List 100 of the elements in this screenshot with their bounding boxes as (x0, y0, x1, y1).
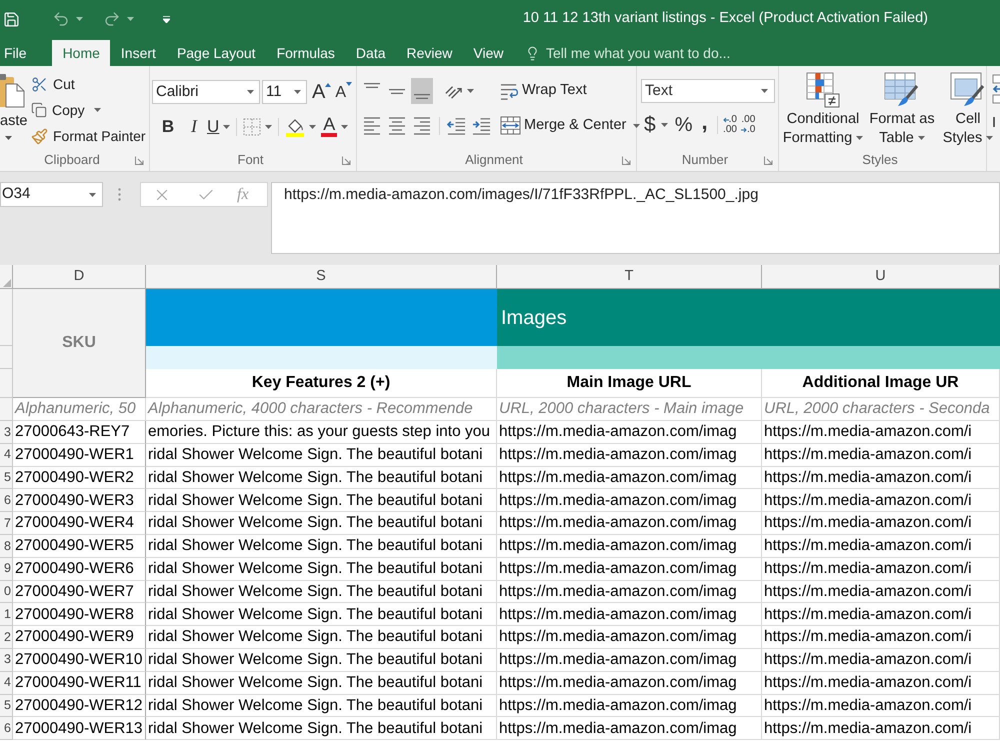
ribbon-tab[interactable]: Data (345, 40, 396, 66)
column-header[interactable]: T (497, 265, 762, 289)
select-all-button[interactable] (0, 265, 13, 289)
hint-cell: URL, 2000 characters - Main image (497, 398, 762, 421)
font-color-button[interactable]: A (321, 116, 348, 137)
comma-style-button[interactable]: , (701, 114, 708, 130)
corner-arrow-icon[interactable] (135, 156, 144, 165)
table-cell: https://m.media-amazon.com/imag (497, 512, 762, 535)
row-header[interactable]: 5 (0, 694, 13, 718)
customize-toolbar-icon[interactable] (163, 16, 170, 22)
table-cell: 27000490-WER10 (13, 648, 146, 672)
style-gallery-button[interactable]: Conditional Formatting (782, 72, 864, 148)
scissors-icon (31, 76, 48, 92)
merge-center-button[interactable]: Merge & Center (500, 113, 640, 138)
name-box[interactable]: O34 (0, 182, 103, 207)
decrease-decimal-button[interactable]: .00 .0 (740, 115, 756, 135)
fill-color-button[interactable] (285, 116, 316, 136)
table-cell: https://m.media-amazon.com/i (762, 558, 1000, 581)
grow-font-button[interactable]: A (312, 82, 332, 102)
formula-field[interactable]: https://m.media-amazon.com/images/I/71fF33RfPPL._AC_SL1500_.jpg (271, 182, 1000, 254)
percent-button[interactable]: % (674, 110, 692, 140)
row-header[interactable]: 4 (0, 672, 13, 695)
format-painter-button[interactable]: Format Painter (31, 123, 146, 149)
grip-icon[interactable] (118, 188, 121, 201)
row-header[interactable]: 0 (0, 580, 13, 604)
row-header[interactable]: 6 (0, 489, 13, 512)
ribbon-tab[interactable]: Insert (110, 40, 166, 66)
row-header[interactable]: 6 (0, 717, 13, 740)
caret-icon (265, 124, 272, 128)
ribbon-tab[interactable]: Home (52, 40, 110, 66)
decrease-indent-icon[interactable] (447, 116, 466, 135)
number-format-field[interactable]: Text (641, 79, 775, 103)
table-cell: 27000643-REY7 (13, 421, 146, 444)
bold-button[interactable]: B (157, 114, 179, 140)
ribbon-tab[interactable]: Review (396, 40, 463, 66)
caret-down-icon (346, 82, 352, 86)
borders-button[interactable] (243, 118, 272, 136)
underline-button[interactable]: U (207, 114, 230, 140)
vertical-align-button[interactable] (411, 78, 433, 104)
font-name-field[interactable]: Calibri (152, 80, 260, 104)
table-cell: https://m.media-amazon.com/i (762, 534, 1000, 558)
table-cell: 27000490-WER11 (13, 672, 146, 695)
ribbon-tab[interactable]: Page Layout (166, 40, 266, 66)
corner-arrow-icon[interactable] (622, 156, 631, 165)
column-header[interactable]: U (762, 265, 1000, 289)
increase-indent-icon[interactable] (472, 116, 491, 135)
table-cell: https://m.media-amazon.com/imag (497, 489, 762, 512)
group-band: Images (497, 289, 1000, 346)
table-cell: https://m.media-amazon.com/i (762, 580, 1000, 604)
paste-button[interactable]: aste (0, 66, 28, 150)
currency-button[interactable]: $ (644, 109, 668, 141)
row-header[interactable]: 3 (0, 648, 13, 672)
caret-icon (5, 136, 12, 140)
row-header[interactable]: 2 (0, 626, 13, 649)
table-cell: ridal Shower Welcome Sign. The beautiful botani (146, 603, 497, 626)
tell-me-field[interactable]: Tell me what you want to do... (546, 42, 786, 64)
group-label: Alignment (465, 151, 523, 170)
ribbon-tab[interactable]: File (0, 40, 38, 66)
cut-button[interactable]: Cut (31, 71, 146, 97)
table-cell: 27000490-WER1 (13, 444, 146, 467)
row-header[interactable]: 9 (0, 558, 13, 581)
ribbon-tab[interactable]: View (462, 40, 514, 66)
table-cell: https://m.media-amazon.com/i (762, 672, 1000, 695)
copy-icon (31, 102, 47, 118)
row-header[interactable]: 4 (0, 444, 13, 467)
row-header[interactable]: 3 (0, 421, 13, 444)
column-header[interactable]: D (13, 265, 146, 289)
row-header[interactable]: 1 (0, 603, 13, 626)
row-header[interactable]: 8 (0, 534, 13, 558)
row-header[interactable]: 7 (0, 512, 13, 535)
wrap-text-button[interactable]: Wrap Text (500, 78, 587, 104)
caret-icon (633, 124, 640, 128)
redo-button[interactable] (103, 10, 134, 28)
table-cell: 27000490-WER2 (13, 466, 146, 490)
table-cell: https://m.media-amazon.com/imag (497, 558, 762, 581)
increase-decimal-button[interactable]: .0 .00 (722, 115, 737, 135)
style-gallery-button[interactable]: Format as Table (866, 72, 938, 148)
save-icon[interactable] (3, 10, 20, 28)
italic-button[interactable]: I (183, 113, 205, 140)
caret-icon (89, 192, 96, 196)
table-cell: ridal Shower Welcome Sign. The beautiful botani (146, 489, 497, 512)
corner-arrow-icon[interactable] (342, 156, 352, 165)
table-cell: https://m.media-amazon.com/imag (497, 626, 762, 649)
insert-cells-button[interactable]: I (992, 74, 1000, 133)
group-label: Font (238, 151, 264, 170)
caret-icon (223, 124, 230, 128)
table-cell: 27000490-WER5 (13, 534, 146, 558)
corner-arrow-icon[interactable] (764, 156, 773, 165)
caret-icon (247, 90, 254, 94)
ribbon-tab[interactable]: Formulas (266, 40, 346, 66)
arrow-right-icon (740, 127, 747, 133)
undo-button[interactable] (52, 10, 83, 28)
column-header[interactable]: S (146, 265, 497, 289)
shrink-font-button[interactable]: A (335, 81, 352, 103)
table-cell: https://m.media-amazon.com/imag (497, 717, 762, 740)
copy-button[interactable]: Copy (31, 97, 146, 123)
hint-cell: URL, 2000 characters - Seconda (762, 398, 1000, 421)
table-cell: https://m.media-amazon.com/i (762, 603, 1000, 626)
row-header[interactable]: 5 (0, 466, 13, 490)
font-size-field[interactable]: 11 (262, 80, 307, 104)
